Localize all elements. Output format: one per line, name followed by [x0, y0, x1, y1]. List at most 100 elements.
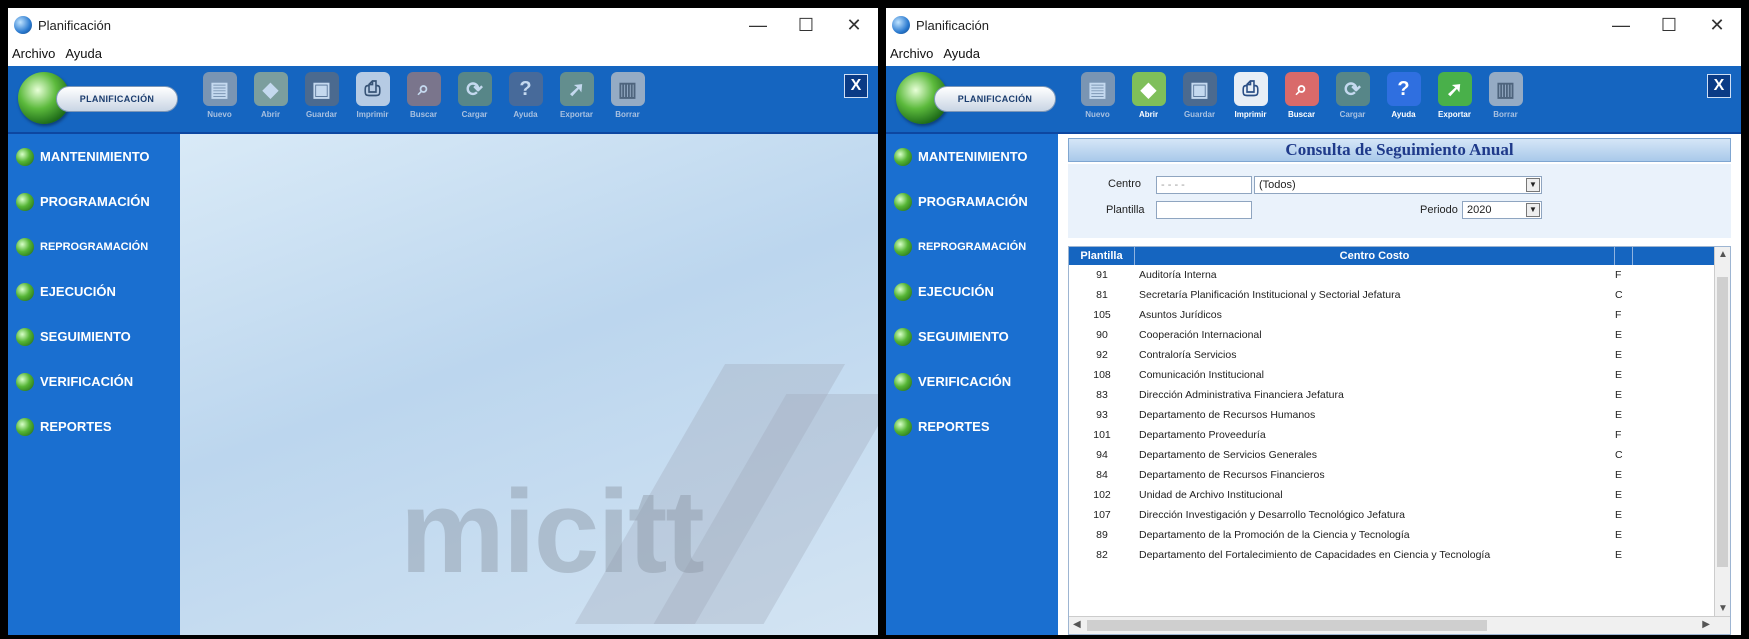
- table-row[interactable]: 101 Departamento Proveeduría F: [1069, 425, 1730, 445]
- abrir-button[interactable]: ◆ Abrir: [1123, 70, 1174, 130]
- sidebar-item-0[interactable]: MANTENIMIENTO: [8, 134, 180, 179]
- ayuda-button[interactable]: ? Ayuda: [1378, 70, 1429, 130]
- table-row[interactable]: 90 Cooperación Internacional E: [1069, 325, 1730, 345]
- sidebar-item-3[interactable]: EJECUCIÓN: [8, 269, 180, 314]
- toolbar-buttons: ▤ Nuevo ◆ Abrir ▣ Guardar ⎙ Imprimir ⌕ Buscar ⟳ Car…: [194, 70, 653, 130]
- maximize-button[interactable]: ☐: [782, 15, 830, 36]
- table-row[interactable]: 108 Comunicación Institucional E: [1069, 365, 1730, 385]
- table-row[interactable]: 84 Departamento de Recursos Financieros E: [1069, 465, 1730, 485]
- centro-select[interactable]: (Todos) ▼: [1254, 176, 1542, 194]
- cell-plantilla: 108: [1093, 369, 1111, 381]
- centro-code-field[interactable]: - - - -: [1156, 176, 1252, 194]
- exportar-button[interactable]: ➚ Exportar: [551, 70, 602, 130]
- help-icon: ?: [1386, 72, 1421, 106]
- periodo-select[interactable]: 2020 ▼: [1462, 201, 1542, 219]
- scroll-left-icon[interactable]: ◀: [1073, 619, 1081, 630]
- sidebar-item-2[interactable]: REPROGRAMACIÓN: [886, 224, 1058, 269]
- guardar-button[interactable]: ▣ Guardar: [1174, 70, 1225, 130]
- menu-ayuda[interactable]: Ayuda: [65, 46, 102, 61]
- cell-extra: F: [1615, 269, 1622, 281]
- table-row[interactable]: 105 Asuntos Jurídicos F: [1069, 305, 1730, 325]
- borrar-button[interactable]: ▥ Borrar: [602, 70, 653, 130]
- sidebar-item-6[interactable]: REPORTES: [886, 404, 1058, 449]
- sidebar-item-5[interactable]: VERIFICACIÓN: [886, 359, 1058, 404]
- planificacion-logo-button[interactable]: PLANIFICACIÓN: [934, 86, 1056, 112]
- open-icon: ◆: [253, 72, 288, 106]
- table-row[interactable]: 83 Dirección Administrativa Financiera Je…: [1069, 385, 1730, 405]
- sidebar-item-4[interactable]: SEGUIMIENTO: [886, 314, 1058, 359]
- column-header-extra[interactable]: [1615, 247, 1633, 265]
- table-row[interactable]: 92 Contraloría Servicios E: [1069, 345, 1730, 365]
- cell-plantilla: 107: [1093, 509, 1111, 521]
- app-globe-icon: [14, 16, 32, 34]
- nuevo-button[interactable]: ▤ Nuevo: [194, 70, 245, 130]
- table-row[interactable]: 107 Dirección Investigación y Desarrollo …: [1069, 505, 1730, 525]
- planificacion-window-empty: Planificación — ☐ ✕ Archivo Ayuda PLANIF…: [8, 8, 878, 635]
- scroll-up-icon[interactable]: ▲: [1718, 249, 1728, 260]
- sidebar-item-4[interactable]: SEGUIMIENTO: [8, 314, 180, 359]
- guardar-button[interactable]: ▣ Guardar: [296, 70, 347, 130]
- centro-select-value: (Todos): [1259, 179, 1296, 191]
- sidebar-item-6[interactable]: REPORTES: [8, 404, 180, 449]
- sidebar-item-label: PROGRAMACIÓN: [40, 194, 150, 209]
- chevron-down-icon[interactable]: ▼: [1526, 203, 1540, 217]
- imprimir-button[interactable]: ⎙ Imprimir: [347, 70, 398, 130]
- green-bullet-icon: [894, 417, 912, 436]
- buscar-button[interactable]: ⌕ Buscar: [398, 70, 449, 130]
- abrir-button[interactable]: ◆ Abrir: [245, 70, 296, 130]
- nuevo-button[interactable]: ▤ Nuevo: [1072, 70, 1123, 130]
- table-row[interactable]: 102 Unidad de Archivo Institucional E: [1069, 485, 1730, 505]
- column-header-plantilla[interactable]: Plantilla: [1069, 247, 1135, 265]
- green-bullet-icon: [16, 327, 34, 346]
- sidebar-item-5[interactable]: VERIFICACIÓN: [8, 359, 180, 404]
- sidebar-item-3[interactable]: EJECUCIÓN: [886, 269, 1058, 314]
- sidebar-item-2[interactable]: REPROGRAMACIÓN: [8, 224, 180, 269]
- scroll-right-icon[interactable]: ▶: [1702, 619, 1710, 630]
- table-row[interactable]: 89 Departamento de la Promoción de la Cie…: [1069, 525, 1730, 545]
- table-row[interactable]: 81 Secretaría Planificación Institucional…: [1069, 285, 1730, 305]
- menu-ayuda[interactable]: Ayuda: [943, 46, 980, 61]
- close-panel-button[interactable]: X: [1707, 74, 1731, 98]
- menu-archivo[interactable]: Archivo: [12, 46, 55, 61]
- toolbar-button-label: Abrir: [260, 110, 281, 119]
- green-bullet-icon: [16, 147, 34, 166]
- cargar-button[interactable]: ⟳ Cargar: [1327, 70, 1378, 130]
- table-row[interactable]: 93 Departamento de Recursos Humanos E: [1069, 405, 1730, 425]
- sidebar-item-0[interactable]: MANTENIMIENTO: [886, 134, 1058, 179]
- table-row[interactable]: 82 Departamento del Fortalecimiento de Ca…: [1069, 545, 1730, 565]
- cell-plantilla: 82: [1096, 549, 1108, 561]
- vertical-scrollbar[interactable]: ▲ ▼: [1714, 247, 1730, 616]
- toolbar-button-label: Nuevo: [207, 110, 232, 119]
- table-row[interactable]: 91 Auditoría Interna F: [1069, 265, 1730, 285]
- column-header-centro-costo[interactable]: Centro Costo: [1135, 247, 1615, 265]
- table-body: 91 Auditoría Interna F 81 Secretaría Planifi…: [1069, 265, 1730, 565]
- horizontal-scroll-thumb[interactable]: [1087, 620, 1487, 631]
- maximize-button[interactable]: ☐: [1645, 15, 1693, 36]
- cell-centro: Departamento del Fortalecimiento de Capa…: [1139, 549, 1491, 561]
- chevron-down-icon[interactable]: ▼: [1526, 178, 1540, 192]
- cell-extra: E: [1615, 409, 1623, 421]
- buscar-button[interactable]: ⌕ Buscar: [1276, 70, 1327, 130]
- close-window-button[interactable]: ✕: [1693, 15, 1741, 36]
- imprimir-button[interactable]: ⎙ Imprimir: [1225, 70, 1276, 130]
- window-title: Planificación: [38, 17, 111, 33]
- menu-archivo[interactable]: Archivo: [890, 46, 933, 61]
- table-row[interactable]: 94 Departamento de Servicios Generales C: [1069, 445, 1730, 465]
- vertical-scroll-thumb[interactable]: [1717, 277, 1728, 567]
- plantilla-input[interactable]: [1156, 201, 1252, 219]
- exportar-button[interactable]: ➚ Exportar: [1429, 70, 1480, 130]
- horizontal-scrollbar[interactable]: ◀ ▶: [1069, 616, 1730, 634]
- borrar-button[interactable]: ▥ Borrar: [1480, 70, 1531, 130]
- sidebar-item-1[interactable]: PROGRAMACIÓN: [8, 179, 180, 224]
- planificacion-logo-button[interactable]: PLANIFICACIÓN: [56, 86, 178, 112]
- minimize-button[interactable]: —: [734, 15, 782, 36]
- cell-extra: E: [1615, 329, 1623, 341]
- close-window-button[interactable]: ✕: [830, 15, 878, 36]
- cargar-button[interactable]: ⟳ Cargar: [449, 70, 500, 130]
- ayuda-button[interactable]: ? Ayuda: [500, 70, 551, 130]
- close-panel-button[interactable]: X: [844, 74, 868, 98]
- cell-plantilla: 83: [1096, 389, 1108, 401]
- sidebar-item-1[interactable]: PROGRAMACIÓN: [886, 179, 1058, 224]
- scroll-down-icon[interactable]: ▼: [1718, 603, 1728, 614]
- minimize-button[interactable]: —: [1597, 15, 1645, 36]
